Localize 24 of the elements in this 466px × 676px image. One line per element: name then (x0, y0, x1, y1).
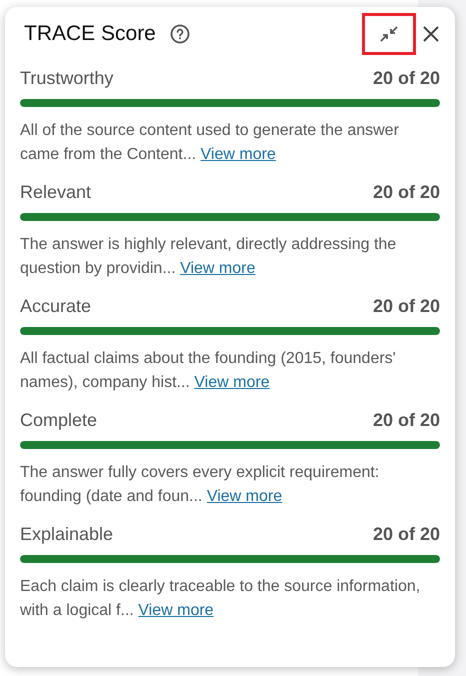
criterion-score: 20 of 20 (372, 66, 440, 90)
criterion-summary: Each claim is clearly traceable to the source information, with a logical f... View more (20, 577, 422, 621)
criterion-summary: All of the source content used to generate the answer came from the Content... View more (20, 121, 400, 165)
criterion-score: 20 of 20 (372, 408, 440, 432)
criterion-score: 20 of 20 (372, 294, 440, 318)
criterion-score: 20 of 20 (372, 522, 440, 546)
criterion-score: 20 of 20 (372, 180, 440, 204)
view-more-link[interactable]: View more (194, 374, 270, 391)
view-more-link[interactable]: View more (138, 602, 214, 619)
view-more-link[interactable]: View more (200, 146, 276, 163)
criterion-summary: The answer fully covers every explicit requirement: founding (date and foun... View more (20, 463, 380, 507)
criterion-name: Accurate (20, 294, 92, 318)
view-more-link[interactable]: View more (180, 260, 256, 277)
criterion-summary: All factual claims about the founding (2015, founders' names), company hist... View more (20, 349, 397, 393)
criterion-name: Relevant (20, 180, 92, 204)
view-more-link[interactable]: View more (206, 488, 282, 505)
help-icon[interactable] (170, 24, 190, 44)
panel-title: TRACE Score (24, 21, 156, 48)
minimize-icon[interactable] (379, 25, 399, 43)
close-icon[interactable] (422, 25, 440, 43)
criterion-name: Trustworthy (20, 66, 114, 90)
criterion-summary: The answer is highly relevant, directly addressing the question by providin... View more (20, 235, 398, 279)
criterion-name: Explainable (20, 522, 114, 546)
criterion-name: Complete (20, 408, 98, 432)
